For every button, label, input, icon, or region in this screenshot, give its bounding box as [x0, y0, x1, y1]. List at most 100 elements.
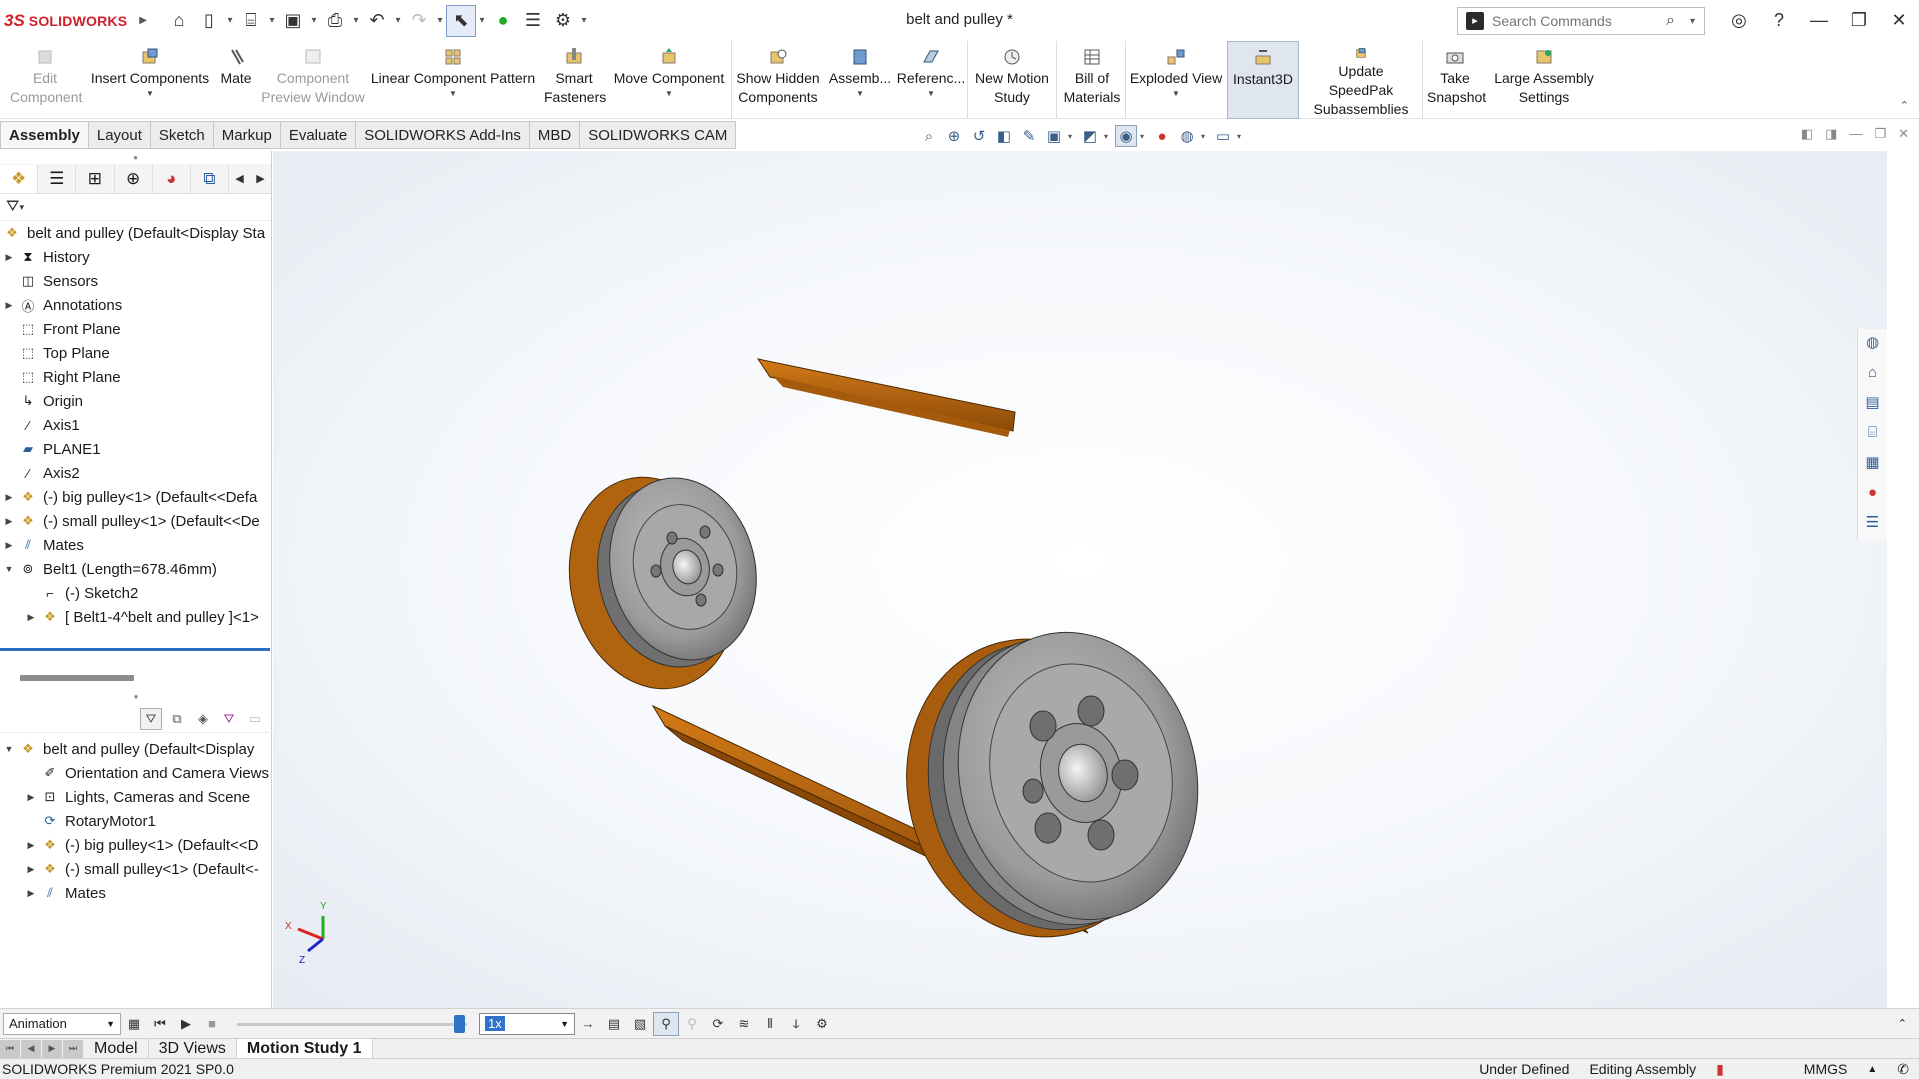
solidworks-resources-icon[interactable]: ◍ — [1861, 329, 1885, 355]
study-type-select[interactable]: Animation ▼ — [3, 1012, 121, 1035]
tree-item-small-pulley[interactable]: ▶ ❖ (-) small pulley<1> (Default<<De — [0, 509, 271, 533]
motion-tree-mates[interactable]: ▶ ⫽ Mates — [0, 881, 272, 905]
move-component-dropdown-icon[interactable]: ▼ — [665, 89, 673, 99]
edit-appearance-icon[interactable]: ● — [1151, 125, 1173, 147]
zoom-to-fit-icon[interactable]: ⌕ — [918, 125, 940, 147]
tab-solidworks-cam[interactable]: SOLIDWORKS CAM — [580, 121, 737, 149]
home-tab-icon[interactable]: ⌂ — [1861, 359, 1885, 385]
search-commands-box[interactable]: ▸ ⌕ ▾ — [1457, 7, 1705, 35]
damper-icon[interactable]: ⫴ — [757, 1012, 783, 1036]
collapse-ribbon-icon[interactable]: ⌃ — [1900, 99, 1909, 112]
tree-item-right-plane[interactable]: ⬚ Right Plane — [0, 365, 271, 389]
display-style-dropdown-icon[interactable]: ▾ — [1104, 132, 1112, 141]
stop-icon[interactable]: ■ — [199, 1012, 225, 1036]
last-tab-icon[interactable]: ⏭ — [63, 1039, 83, 1058]
insert-components-button[interactable]: Insert Components ▼ — [88, 41, 212, 119]
tree-item-plane1[interactable]: ▰ PLANE1 — [0, 437, 271, 461]
tree-item-history[interactable]: ▶ ⧗ History — [0, 245, 271, 269]
custom-properties-icon[interactable]: ☰ — [1861, 509, 1885, 535]
rollback-bar[interactable] — [0, 648, 270, 651]
update-speedpak-button[interactable]: Update SpeedPak Subassemblies — [1302, 41, 1420, 119]
view-orientation-dropdown-icon[interactable]: ▾ — [1068, 132, 1076, 141]
unit-system[interactable]: MMGS — [1794, 1061, 1858, 1077]
expand-arrow-icon[interactable]: ▶ — [0, 252, 18, 263]
expand-arrow-icon[interactable]: ▶ — [22, 792, 40, 803]
save-animation-icon[interactable]: ▤ — [601, 1012, 627, 1036]
motor-icon[interactable]: ⟳ — [705, 1012, 731, 1036]
tree-item-front-plane[interactable]: ⬚ Front Plane — [0, 317, 271, 341]
help-bubble-icon[interactable]: ✆ — [1887, 1061, 1919, 1078]
play-icon[interactable]: ▶ — [173, 1012, 199, 1036]
tree-item-axis1[interactable]: ⁄ Axis1 — [0, 413, 271, 437]
motion-tree-lights[interactable]: ▶ ⊡ Lights, Cameras and Scene — [0, 785, 272, 809]
exploded-view-button[interactable]: Exploded View ▼ — [1128, 41, 1224, 119]
tree-item-top-plane[interactable]: ⬚ Top Plane — [0, 341, 271, 365]
move-component-button[interactable]: Move Component ▼ — [612, 41, 726, 119]
close-icon[interactable]: ✕ — [1879, 10, 1919, 31]
show-hidden-components-button[interactable]: Show Hidden Components — [734, 41, 822, 119]
large-assembly-settings-button[interactable]: Large Assembly Settings — [1488, 41, 1600, 119]
motion-tree-rotary-motor[interactable]: ⟳ RotaryMotor1 — [0, 809, 272, 833]
tree-item-sensors[interactable]: ◫ Sensors — [0, 269, 271, 293]
previous-view-icon[interactable]: ↺ — [968, 125, 990, 147]
play-from-start-icon[interactable]: ⏮ — [147, 1012, 173, 1036]
instant3d-button[interactable]: Instant3D — [1227, 41, 1299, 119]
tab-layout[interactable]: Layout — [88, 121, 151, 149]
expand-arrow-icon[interactable]: ▶ — [22, 840, 40, 851]
playback-speed-select[interactable]: 1x ▼ — [479, 1012, 575, 1035]
tile-left-icon[interactable]: ◧ — [1801, 126, 1813, 142]
displaymanager-icon[interactable]: ◕ — [153, 164, 191, 193]
propertymanager-icon[interactable]: ☰ — [38, 164, 77, 193]
minimize-icon[interactable]: — — [1799, 10, 1839, 31]
file-properties-icon[interactable]: ☰ — [518, 5, 548, 37]
undo-icon[interactable]: ↶ — [362, 5, 392, 37]
help-icon[interactable]: ? — [1759, 10, 1799, 31]
view-settings-dropdown-icon[interactable]: ▾ — [1237, 132, 1245, 141]
undo-dropdown-icon[interactable]: ▾ — [392, 15, 404, 26]
filter-results-icon[interactable]: ⛛ — [218, 708, 240, 730]
expand-arrow-icon[interactable]: ▶ — [0, 540, 18, 551]
select-dropdown-icon[interactable]: ▾ — [476, 15, 488, 26]
solidworks-logo[interactable]: 3S SOLIDWORKS ▶ — [0, 11, 147, 31]
tab-mbd[interactable]: MBD — [529, 121, 581, 149]
hide-show-dropdown-icon[interactable]: ▾ — [1140, 132, 1148, 141]
apply-scene-dropdown-icon[interactable]: ▾ — [1201, 132, 1209, 141]
take-snapshot-button[interactable]: Take Snapshot — [1424, 41, 1486, 119]
smart-fasteners-button[interactable]: Smart Fasteners — [538, 41, 610, 119]
apply-scene-icon[interactable]: ◍ — [1176, 125, 1198, 147]
add-key-icon[interactable]: ⚲ — [679, 1012, 705, 1036]
collapse-motion-manager-icon[interactable]: ⌃ — [1898, 1017, 1907, 1030]
viewport-minimize-icon[interactable]: — — [1849, 126, 1862, 142]
viewport-close-icon[interactable]: ✕ — [1898, 126, 1909, 142]
big-pulley[interactable] — [898, 607, 1227, 955]
pane-splitter-grip[interactable]: ● — [0, 692, 272, 704]
print-icon[interactable]: ⎙ — [320, 5, 350, 37]
new-motion-study-button[interactable]: New Motion Study — [970, 41, 1054, 119]
zoom-to-area-icon[interactable]: ⊕ — [943, 125, 965, 147]
tree-item-origin[interactable]: ↳ Origin — [0, 389, 271, 413]
section-view-icon[interactable]: ◧ — [993, 125, 1015, 147]
tree-item-mates[interactable]: ▶ ⫽ Mates — [0, 533, 271, 557]
tab-assembly[interactable]: Assembly — [0, 121, 89, 149]
tree-root-assembly[interactable]: ❖ belt and pulley (Default<Display Sta — [0, 221, 271, 245]
view-settings-monitor-icon[interactable]: ▭ — [1212, 125, 1234, 147]
tab-model[interactable]: Model — [84, 1038, 149, 1059]
display-style-icon[interactable]: ◩ — [1079, 125, 1101, 147]
expand-arrow-icon[interactable]: ▶ — [22, 612, 40, 623]
calculate-icon[interactable]: ▦ — [121, 1012, 147, 1036]
filter-selected-icon[interactable]: ◈ — [192, 708, 214, 730]
units-dropdown-icon[interactable]: ▲ — [1857, 1064, 1887, 1075]
bill-of-materials-button[interactable]: Bill of Materials — [1060, 41, 1124, 119]
rebuild-indicator-icon[interactable]: ▮ — [1706, 1061, 1734, 1078]
new-dropdown-icon[interactable]: ▾ — [224, 15, 236, 26]
collapse-arrow-icon[interactable]: ▼ — [0, 744, 18, 754]
expand-arrow-icon[interactable]: ▶ — [0, 300, 18, 311]
belt-pulley-model[interactable]: Y X Z — [273, 151, 1887, 1008]
design-library-icon[interactable]: ▤ — [1861, 389, 1885, 415]
user-account-icon[interactable]: ◎ — [1719, 10, 1759, 31]
linear-pattern-dropdown-icon[interactable]: ▼ — [449, 89, 457, 99]
expand-arrow-icon[interactable]: ▶ — [22, 864, 40, 875]
search-dropdown-icon[interactable]: ▾ — [1690, 16, 1704, 27]
motion-tree-root[interactable]: ▼ ❖ belt and pulley (Default<Display — [0, 737, 272, 761]
component-preview-button[interactable]: Component Preview Window — [258, 41, 368, 119]
